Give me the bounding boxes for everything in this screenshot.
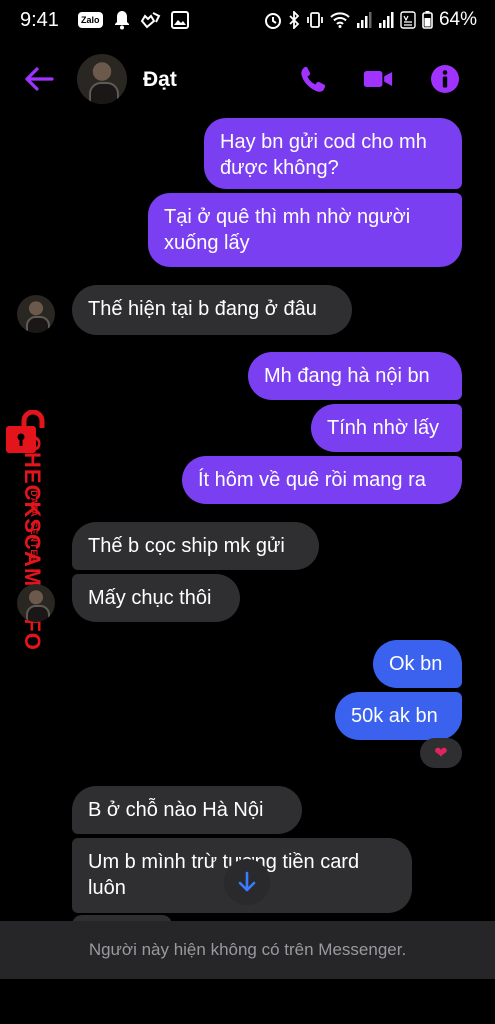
contact-avatar-small[interactable] <box>17 295 55 333</box>
heart-reaction-icon[interactable]: ❤ <box>420 738 462 768</box>
message-bubble-outgoing[interactable]: Tại ở quê thì mh nhờ người xuống lấy <box>148 193 462 267</box>
message-text: Tại ở quê thì mh nhờ người <box>164 206 411 228</box>
message-text: Mh đang hà nội bn <box>264 365 430 387</box>
chat-header: Đạt <box>0 50 495 112</box>
contact-avatar-small[interactable] <box>17 584 55 622</box>
unavailable-notice-bar: Người này hiện không có trên Messenger. <box>0 921 495 979</box>
message-text: được không? <box>220 157 339 179</box>
message-text: Ok bn <box>389 653 443 675</box>
zalo-icon: Zalo <box>78 12 103 28</box>
message-text: B ở chỗ nào Hà Nội <box>88 799 264 821</box>
battery-level: 64% <box>438 9 477 30</box>
message-bubble-incoming[interactable]: B ở chỗ nào Hà Nội <box>72 786 302 834</box>
message-text: Thế hiện tại b đang ở đâu <box>88 298 317 320</box>
watermark-subtitle: DATA CENTER <box>29 490 39 564</box>
back-arrow-icon[interactable] <box>22 62 56 96</box>
arrow-down-icon <box>238 871 256 892</box>
message-text: Thế b cọc ship mk gửi <box>88 535 285 557</box>
bell-icon <box>114 11 129 30</box>
unavailable-notice-text: Người này hiện không có trên Messenger. <box>88 940 407 959</box>
system-nav-area <box>0 979 495 1024</box>
system-icons: 64% <box>264 9 477 31</box>
wifi-icon <box>330 12 350 28</box>
message-text: xuống lấy <box>164 232 250 254</box>
alarm-icon <box>264 13 281 29</box>
status-time: 9:41 <box>20 9 59 31</box>
message-bubble-incoming[interactable]: Mấy chục thôi <box>72 574 240 622</box>
message-bubble-incoming[interactable]: Thế b cọc ship mk gửi <box>72 522 319 570</box>
volte-icon <box>400 11 416 29</box>
contact-name[interactable]: Đạt <box>143 68 177 92</box>
hearts-icon <box>140 12 160 29</box>
message-bubble-outgoing[interactable]: Tính nhờ lấy <box>311 404 462 452</box>
signal-icon <box>356 12 372 28</box>
message-text: Mấy chục thôi <box>88 587 212 609</box>
info-icon[interactable] <box>430 64 460 94</box>
vibrate-icon <box>307 12 323 28</box>
message-text: Ít hôm về quê rồi mang ra <box>198 469 426 491</box>
video-call-icon[interactable] <box>363 64 393 94</box>
scroll-to-bottom-button[interactable] <box>224 859 270 905</box>
status-bar: 9:41 Zalo 64% <box>0 0 495 42</box>
message-bubble-outgoing[interactable]: Ok bn <box>373 640 462 688</box>
message-bubble-outgoing[interactable]: Ít hôm về quê rồi mang ra <box>182 456 462 504</box>
message-bubble-outgoing[interactable]: Mh đang hà nội bn <box>248 352 462 400</box>
message-bubble-outgoing[interactable]: 50k ak bn <box>335 692 462 740</box>
image-icon <box>170 11 189 29</box>
message-text: 50k ak bn <box>351 705 438 727</box>
message-text: Hay bn gửi cod cho mh <box>220 131 427 153</box>
message-text: Tính nhờ lấy <box>327 417 440 439</box>
contact-avatar[interactable] <box>77 54 127 104</box>
signal-icon <box>378 12 394 28</box>
battery-icon <box>422 11 433 29</box>
bluetooth-icon <box>289 11 300 29</box>
message-bubble-incoming[interactable]: Thế hiện tại b đang ở đâu <box>72 285 352 335</box>
notification-icons: Zalo <box>78 10 189 30</box>
message-bubble-outgoing[interactable]: Hay bn gửi cod cho mh được không? <box>204 118 462 189</box>
phone-icon[interactable] <box>298 64 328 94</box>
